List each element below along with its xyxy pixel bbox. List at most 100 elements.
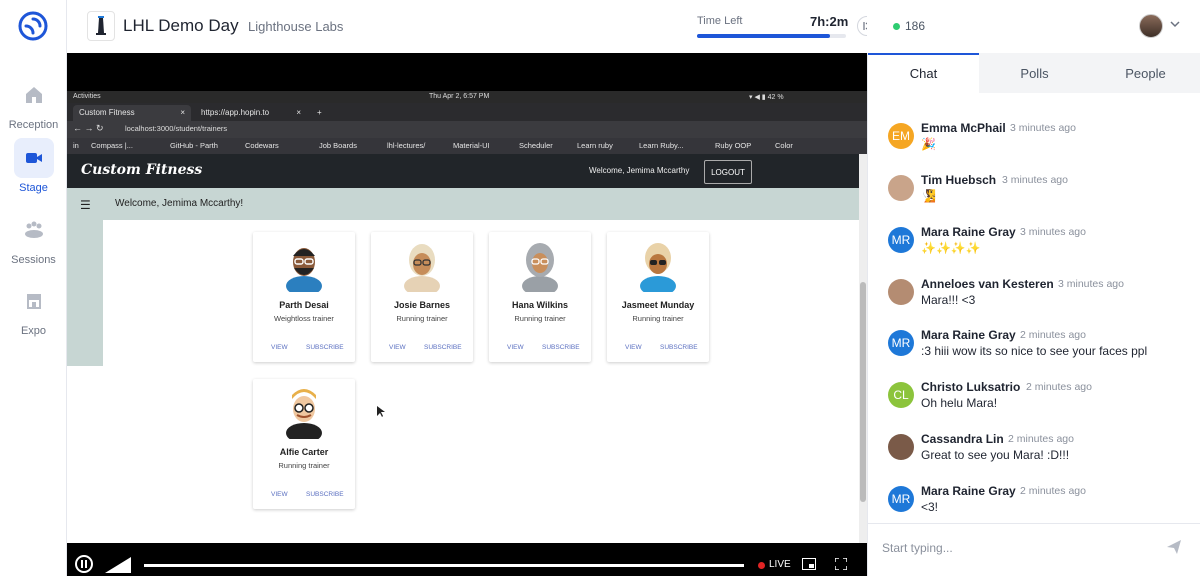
- tab-people[interactable]: People: [1090, 53, 1200, 93]
- nav-item-stage[interactable]: Stage: [0, 138, 67, 194]
- video-progress-bar[interactable]: [144, 564, 744, 567]
- time-left-bar-fill: [697, 34, 830, 38]
- hopin-logo-icon[interactable]: [14, 7, 52, 45]
- online-indicator: [893, 23, 900, 30]
- chat-message: MR Mara Raine Gray 2 minutes ago :3 hiii…: [868, 325, 1200, 375]
- bookmark: in: [73, 141, 79, 150]
- nav-item-reception[interactable]: Reception: [0, 75, 67, 131]
- pause-button[interactable]: [75, 555, 93, 573]
- logout-button: LOGOUT: [704, 160, 752, 184]
- trainer-name: Hana Wilkins: [512, 300, 568, 310]
- message-time: 2 minutes ago: [1026, 381, 1092, 393]
- message-author: Mara Raine Gray: [921, 225, 1016, 239]
- close-icon: ×: [296, 108, 301, 117]
- volume-icon[interactable]: [105, 557, 131, 573]
- trainer-subscribe-link: SUBSCRIBE: [306, 344, 344, 351]
- fullscreen-icon[interactable]: [835, 558, 847, 570]
- nav-arrows-icon: ← → ↻: [73, 123, 104, 133]
- chat-compose: [868, 523, 1200, 576]
- site-side-panel: [67, 220, 103, 366]
- live-label: LIVE: [769, 559, 791, 570]
- message-author: Anneloes van Kesteren: [921, 277, 1054, 291]
- bookmark: Learn ruby: [577, 141, 613, 150]
- trainer-card: Alfie Carter Running trainer VIEW SUBSCR…: [253, 379, 355, 509]
- bookmark: Codewars: [245, 141, 279, 150]
- message-time: 2 minutes ago: [1020, 485, 1086, 497]
- chevron-down-icon[interactable]: [1169, 18, 1181, 30]
- stage-video[interactable]: Activities Thu Apr 2, 6:57 PM ▾ ◀ ▮ 42 %…: [67, 53, 867, 576]
- tab-chat[interactable]: Chat: [868, 53, 979, 93]
- event-title: LHL Demo Day: [123, 16, 239, 35]
- message-text: 🧏: [921, 189, 936, 203]
- bookmark: Learn Ruby...: [639, 141, 684, 150]
- new-tab-icon: +: [317, 108, 322, 117]
- bookmark: Compass |...: [91, 141, 133, 150]
- nav-item-expo[interactable]: Expo: [0, 281, 67, 337]
- bookmark: Color: [775, 141, 793, 150]
- trainer-role: Running trainer: [632, 314, 684, 323]
- message-author: Mara Raine Gray: [921, 484, 1016, 498]
- shared-screen: Activities Thu Apr 2, 6:57 PM ▾ ◀ ▮ 42 %…: [67, 91, 867, 543]
- trainer-subscribe-link: SUBSCRIBE: [424, 344, 462, 351]
- nav-item-sessions[interactable]: Sessions: [0, 210, 67, 266]
- browser-tab[interactable]: Custom Fitness ×: [73, 105, 191, 121]
- trainer-role: Running trainer: [278, 461, 330, 470]
- user-avatar[interactable]: [1139, 14, 1163, 38]
- site-subbar: ☰ Welcome, Jemima Mccarthy!: [67, 188, 859, 220]
- hamburger-menu-icon: ☰: [80, 198, 91, 212]
- bookmark: GitHub - Parth: [170, 141, 218, 150]
- message-author: Mara Raine Gray: [921, 328, 1016, 342]
- chat-panel: Chat Polls People EM Emma McPhail 3 minu…: [867, 53, 1200, 576]
- nav-item-label: Reception: [8, 119, 59, 131]
- browser-tab[interactable]: https://app.hopin.to ×: [195, 105, 305, 121]
- trainer-view-link: VIEW: [507, 344, 524, 351]
- video-camera-icon: [13, 138, 54, 178]
- message-time: 3 minutes ago: [1020, 226, 1086, 238]
- message-text: Oh helu Mara!: [921, 396, 998, 410]
- bookmark: Job Boards: [319, 141, 357, 150]
- trainer-view-link: VIEW: [625, 344, 642, 351]
- home-icon: [14, 75, 54, 115]
- message-time: 2 minutes ago: [1008, 433, 1074, 445]
- trainer-role: Running trainer: [514, 314, 566, 323]
- trainer-card: Josie Barnes Running trainer VIEW SUBSCR…: [371, 232, 473, 362]
- avatar: CL: [888, 382, 914, 408]
- store-icon: [14, 281, 54, 321]
- message-text: ✨✨✨✨: [921, 241, 981, 255]
- chat-message: Tim Huebsch 3 minutes ago 🧏: [868, 170, 1200, 220]
- site-scrollbar: [859, 154, 867, 543]
- avatar: MR: [888, 227, 914, 253]
- chat-messages: EM Emma McPhail 3 minutes ago 🎉 Tim Hueb…: [868, 93, 1200, 523]
- os-activities: Activities: [73, 93, 101, 100]
- os-battery: ▾ ◀ ▮ 42 %: [749, 94, 784, 101]
- browser-tabstrip: Custom Fitness × https://app.hopin.to × …: [67, 103, 867, 121]
- message-time: 3 minutes ago: [1010, 122, 1076, 134]
- event-header: LHL Demo Day Lighthouse Labs Time Left 7…: [67, 0, 877, 53]
- trainer-view-link: VIEW: [271, 344, 288, 351]
- time-left-bar: [697, 34, 846, 38]
- avatar: EM: [888, 123, 914, 149]
- top-right-bar: 186: [867, 0, 1200, 53]
- browser-bookmarks: in Compass |... GitHub - Parth Codewars …: [67, 138, 867, 154]
- bookmark: Material-UI: [453, 141, 490, 150]
- app-root: Reception Stage Sessions Expo LHL Demo D…: [0, 0, 1200, 576]
- browser-url: localhost:3000/student/trainers: [125, 124, 228, 133]
- chat-message: Anneloes van Kesteren 3 minutes ago Mara…: [868, 274, 1200, 324]
- nav-item-label: Expo: [20, 325, 47, 337]
- video-controls: LIVE: [67, 543, 867, 576]
- time-left-label: Time Left: [697, 15, 743, 27]
- trainer-name: Parth Desai: [279, 300, 329, 310]
- message-author: Tim Huebsch: [921, 173, 997, 187]
- live-indicator: [758, 562, 765, 569]
- event-organizer[interactable]: Lighthouse Labs: [248, 19, 343, 34]
- picture-in-picture-icon[interactable]: [802, 558, 816, 570]
- message-author: Christo Luksatrio: [921, 380, 1021, 394]
- trainer-card: Jasmeet Munday Running trainer VIEW SUBS…: [607, 232, 709, 362]
- bookmark: Ruby OOP: [715, 141, 752, 150]
- tab-polls[interactable]: Polls: [979, 53, 1090, 93]
- message-time: 3 minutes ago: [1002, 174, 1068, 186]
- trainer-subscribe-link: SUBSCRIBE: [306, 491, 344, 498]
- chat-input[interactable]: [882, 536, 1152, 560]
- nav-item-label: Stage: [19, 182, 48, 194]
- send-icon[interactable]: [1166, 539, 1182, 555]
